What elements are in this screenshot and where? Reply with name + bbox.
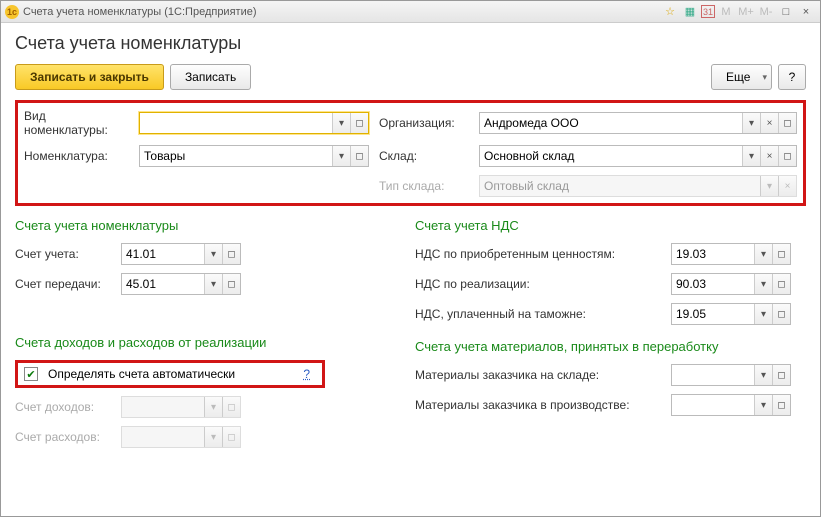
- vat-customs-dropdown-icon[interactable]: ▾: [754, 304, 772, 324]
- wh-dropdown-icon[interactable]: ▾: [742, 146, 760, 166]
- mat-prod-dropdown-icon[interactable]: ▾: [754, 395, 772, 415]
- org-clear-icon[interactable]: ×: [760, 113, 778, 133]
- org-field[interactable]: Андромеда ООО ▾ × ◻: [479, 112, 797, 134]
- vat-sales-value[interactable]: 90.03: [672, 274, 754, 294]
- acct-open-icon[interactable]: ◻: [222, 244, 240, 264]
- m-plus-icon: M+: [737, 4, 755, 20]
- content: Счета учета номенклатуры Записать и закр…: [1, 23, 820, 516]
- calendar-icon[interactable]: 31: [701, 5, 715, 18]
- org-open-icon[interactable]: ◻: [778, 113, 796, 133]
- expense-field: ▾ ◻: [121, 426, 241, 448]
- transfer-label: Счет передачи:: [15, 277, 115, 291]
- wh-open-icon[interactable]: ◻: [778, 146, 796, 166]
- type-field[interactable]: ▾ ◻: [139, 112, 369, 134]
- nomen-value[interactable]: Товары: [140, 146, 332, 166]
- wh-type-clear-icon: ×: [778, 176, 796, 196]
- mat-stock-open-icon[interactable]: ◻: [772, 365, 790, 385]
- auto-label: Определять счета автоматически: [48, 367, 235, 381]
- expense-label: Счет расходов:: [15, 430, 115, 444]
- mat-prod-label: Материалы заказчика в производстве:: [415, 398, 665, 412]
- highlight-frame-top: Вид номенклатуры: ▾ ◻ Организация: Андро…: [15, 100, 806, 206]
- vat-customs-value[interactable]: 19.05: [672, 304, 754, 324]
- favorite-icon[interactable]: ☆: [661, 4, 679, 20]
- more-button[interactable]: Еще: [711, 64, 772, 90]
- mat-stock-dropdown-icon[interactable]: ▾: [754, 365, 772, 385]
- type-dropdown-icon[interactable]: ▾: [332, 113, 350, 133]
- window: 1c Счета учета номенклатуры (1С:Предприя…: [0, 0, 821, 517]
- acct-field[interactable]: 41.01 ▾ ◻: [121, 243, 241, 265]
- type-label: Вид номенклатуры:: [24, 109, 129, 137]
- expense-open-icon: ◻: [222, 427, 240, 447]
- wh-label: Склад:: [379, 149, 469, 163]
- m-icon: M: [717, 4, 735, 20]
- vat-sales-field[interactable]: 90.03 ▾ ◻: [671, 273, 791, 295]
- wh-type-value: Оптовый склад: [480, 176, 760, 196]
- vat-purch-field[interactable]: 19.03 ▾ ◻: [671, 243, 791, 265]
- pnl-section-title: Счета доходов и расходов от реализации: [15, 335, 385, 350]
- calculator-icon[interactable]: ▦: [681, 4, 699, 20]
- org-label: Организация:: [379, 116, 469, 130]
- vat-customs-field[interactable]: 19.05 ▾ ◻: [671, 303, 791, 325]
- vat-purch-dropdown-icon[interactable]: ▾: [754, 244, 772, 264]
- type-open-icon[interactable]: ◻: [350, 113, 368, 133]
- nomen-dropdown-icon[interactable]: ▾: [332, 146, 350, 166]
- wh-value[interactable]: Основной склад: [480, 146, 742, 166]
- vat-purch-value[interactable]: 19.03: [672, 244, 754, 264]
- vat-sales-open-icon[interactable]: ◻: [772, 274, 790, 294]
- highlight-frame-auto: ✔ Определять счета автоматически ?: [15, 360, 325, 388]
- transfer-dropdown-icon[interactable]: ▾: [204, 274, 222, 294]
- transfer-open-icon[interactable]: ◻: [222, 274, 240, 294]
- m-minus-icon: M-: [757, 4, 775, 20]
- income-open-icon: ◻: [222, 397, 240, 417]
- app-icon: 1c: [5, 5, 19, 19]
- transfer-value[interactable]: 45.01: [122, 274, 204, 294]
- vat-purch-label: НДС по приобретенным ценностям:: [415, 247, 665, 261]
- vat-customs-open-icon[interactable]: ◻: [772, 304, 790, 324]
- type-value[interactable]: [140, 113, 332, 133]
- vat-purch-open-icon[interactable]: ◻: [772, 244, 790, 264]
- vat-section-title: Счета учета НДС: [415, 218, 806, 233]
- expense-dropdown-icon: ▾: [204, 427, 222, 447]
- nomen-label: Номенклатура:: [24, 149, 129, 163]
- help-button[interactable]: ?: [778, 64, 806, 90]
- org-value[interactable]: Андромеда ООО: [480, 113, 742, 133]
- income-field: ▾ ◻: [121, 396, 241, 418]
- income-label: Счет доходов:: [15, 400, 115, 414]
- wh-type-label: Тип склада:: [379, 179, 469, 193]
- acct-dropdown-icon[interactable]: ▾: [204, 244, 222, 264]
- wh-type-dropdown-icon: ▾: [760, 176, 778, 196]
- toolbar: Записать и закрыть Записать Еще ?: [15, 64, 806, 90]
- mat-prod-open-icon[interactable]: ◻: [772, 395, 790, 415]
- nomen-open-icon[interactable]: ◻: [350, 146, 368, 166]
- acct-value[interactable]: 41.01: [122, 244, 204, 264]
- wh-field[interactable]: Основной склад ▾ × ◻: [479, 145, 797, 167]
- page-title: Счета учета номенклатуры: [15, 33, 806, 54]
- income-dropdown-icon: ▾: [204, 397, 222, 417]
- wh-type-field: Оптовый склад ▾ ×: [479, 175, 797, 197]
- transfer-field[interactable]: 45.01 ▾ ◻: [121, 273, 241, 295]
- close-window-icon[interactable]: ×: [797, 4, 815, 20]
- wh-clear-icon[interactable]: ×: [760, 146, 778, 166]
- org-dropdown-icon[interactable]: ▾: [742, 113, 760, 133]
- vat-customs-label: НДС, уплаченный на таможне:: [415, 307, 665, 321]
- mat-section-title: Счета учета материалов, принятых в перер…: [415, 339, 806, 354]
- window-title: Счета учета номенклатуры (1С:Предприятие…: [23, 6, 257, 18]
- save-button[interactable]: Записать: [170, 64, 251, 90]
- mat-stock-field[interactable]: ▾ ◻: [671, 364, 791, 386]
- maximize-icon[interactable]: □: [777, 4, 795, 20]
- save-close-button[interactable]: Записать и закрыть: [15, 64, 164, 90]
- vat-sales-dropdown-icon[interactable]: ▾: [754, 274, 772, 294]
- vat-sales-label: НДС по реализации:: [415, 277, 665, 291]
- auto-help-icon[interactable]: ?: [303, 367, 310, 381]
- nomen-field[interactable]: Товары ▾ ◻: [139, 145, 369, 167]
- acct-label: Счет учета:: [15, 247, 115, 261]
- accts-section-title: Счета учета номенклатуры: [15, 218, 385, 233]
- auto-checkbox[interactable]: ✔: [24, 367, 38, 381]
- mat-prod-field[interactable]: ▾ ◻: [671, 394, 791, 416]
- mat-stock-label: Материалы заказчика на складе:: [415, 368, 665, 382]
- titlebar: 1c Счета учета номенклатуры (1С:Предприя…: [1, 1, 820, 23]
